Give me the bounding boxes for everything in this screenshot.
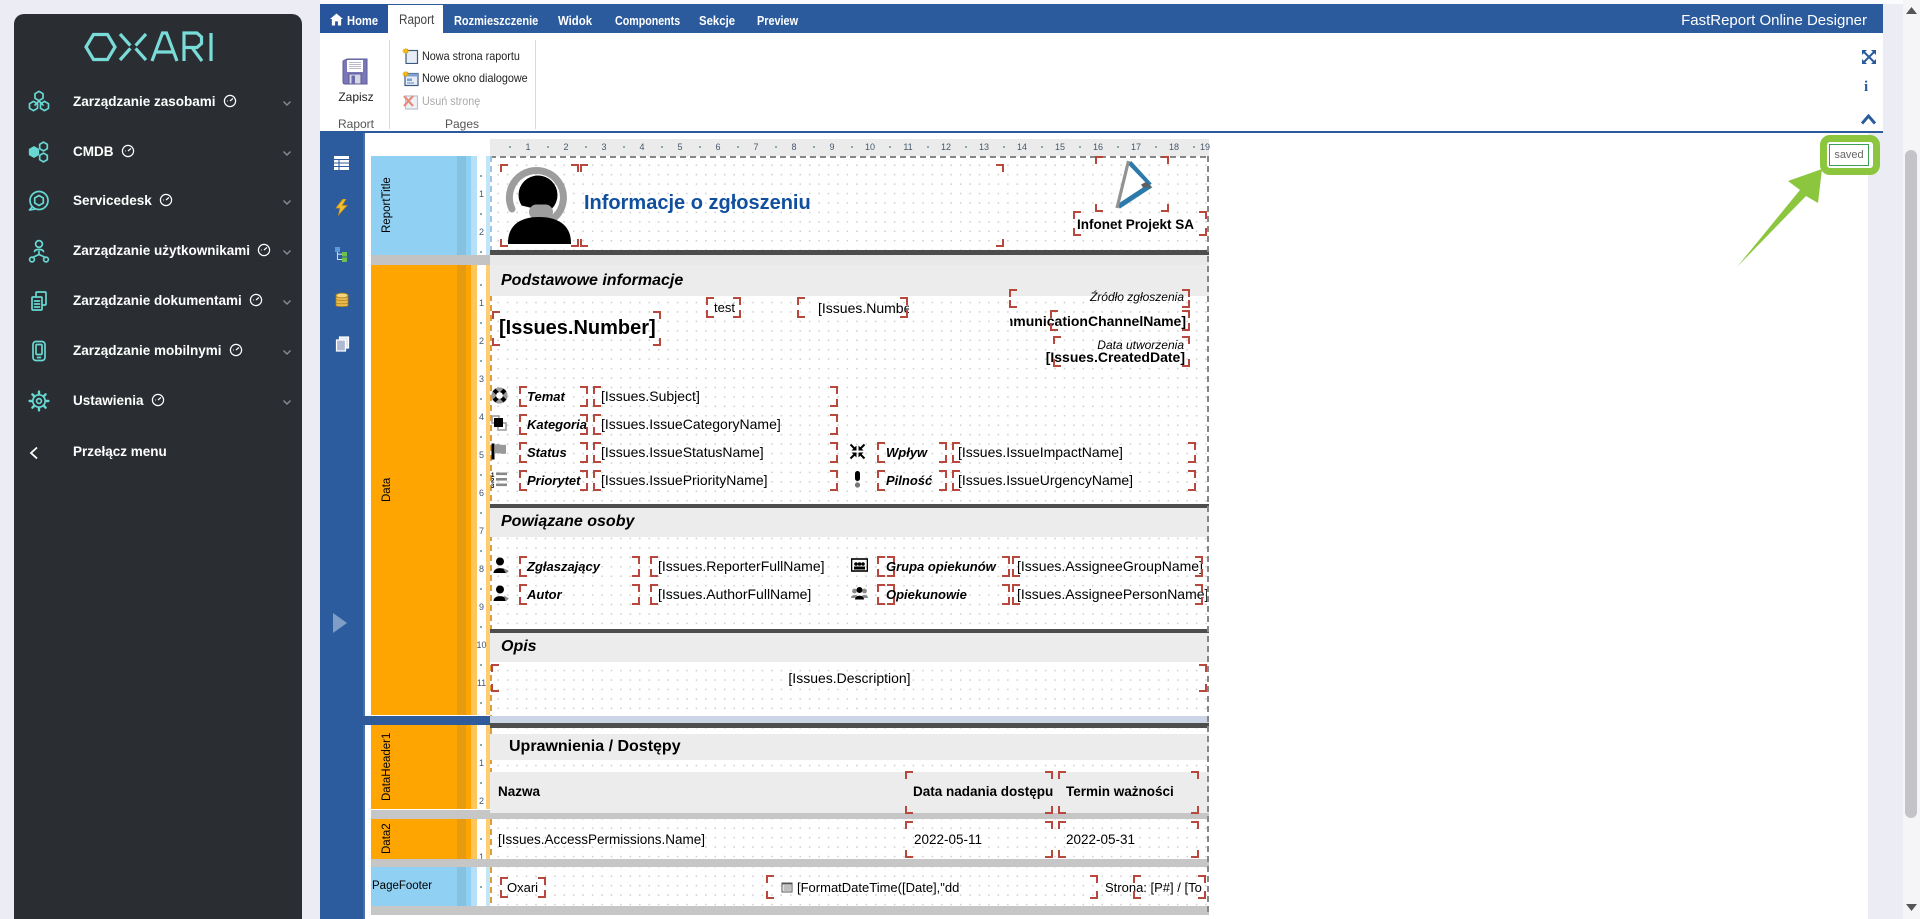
svg-text:3: 3 [491,484,495,488]
